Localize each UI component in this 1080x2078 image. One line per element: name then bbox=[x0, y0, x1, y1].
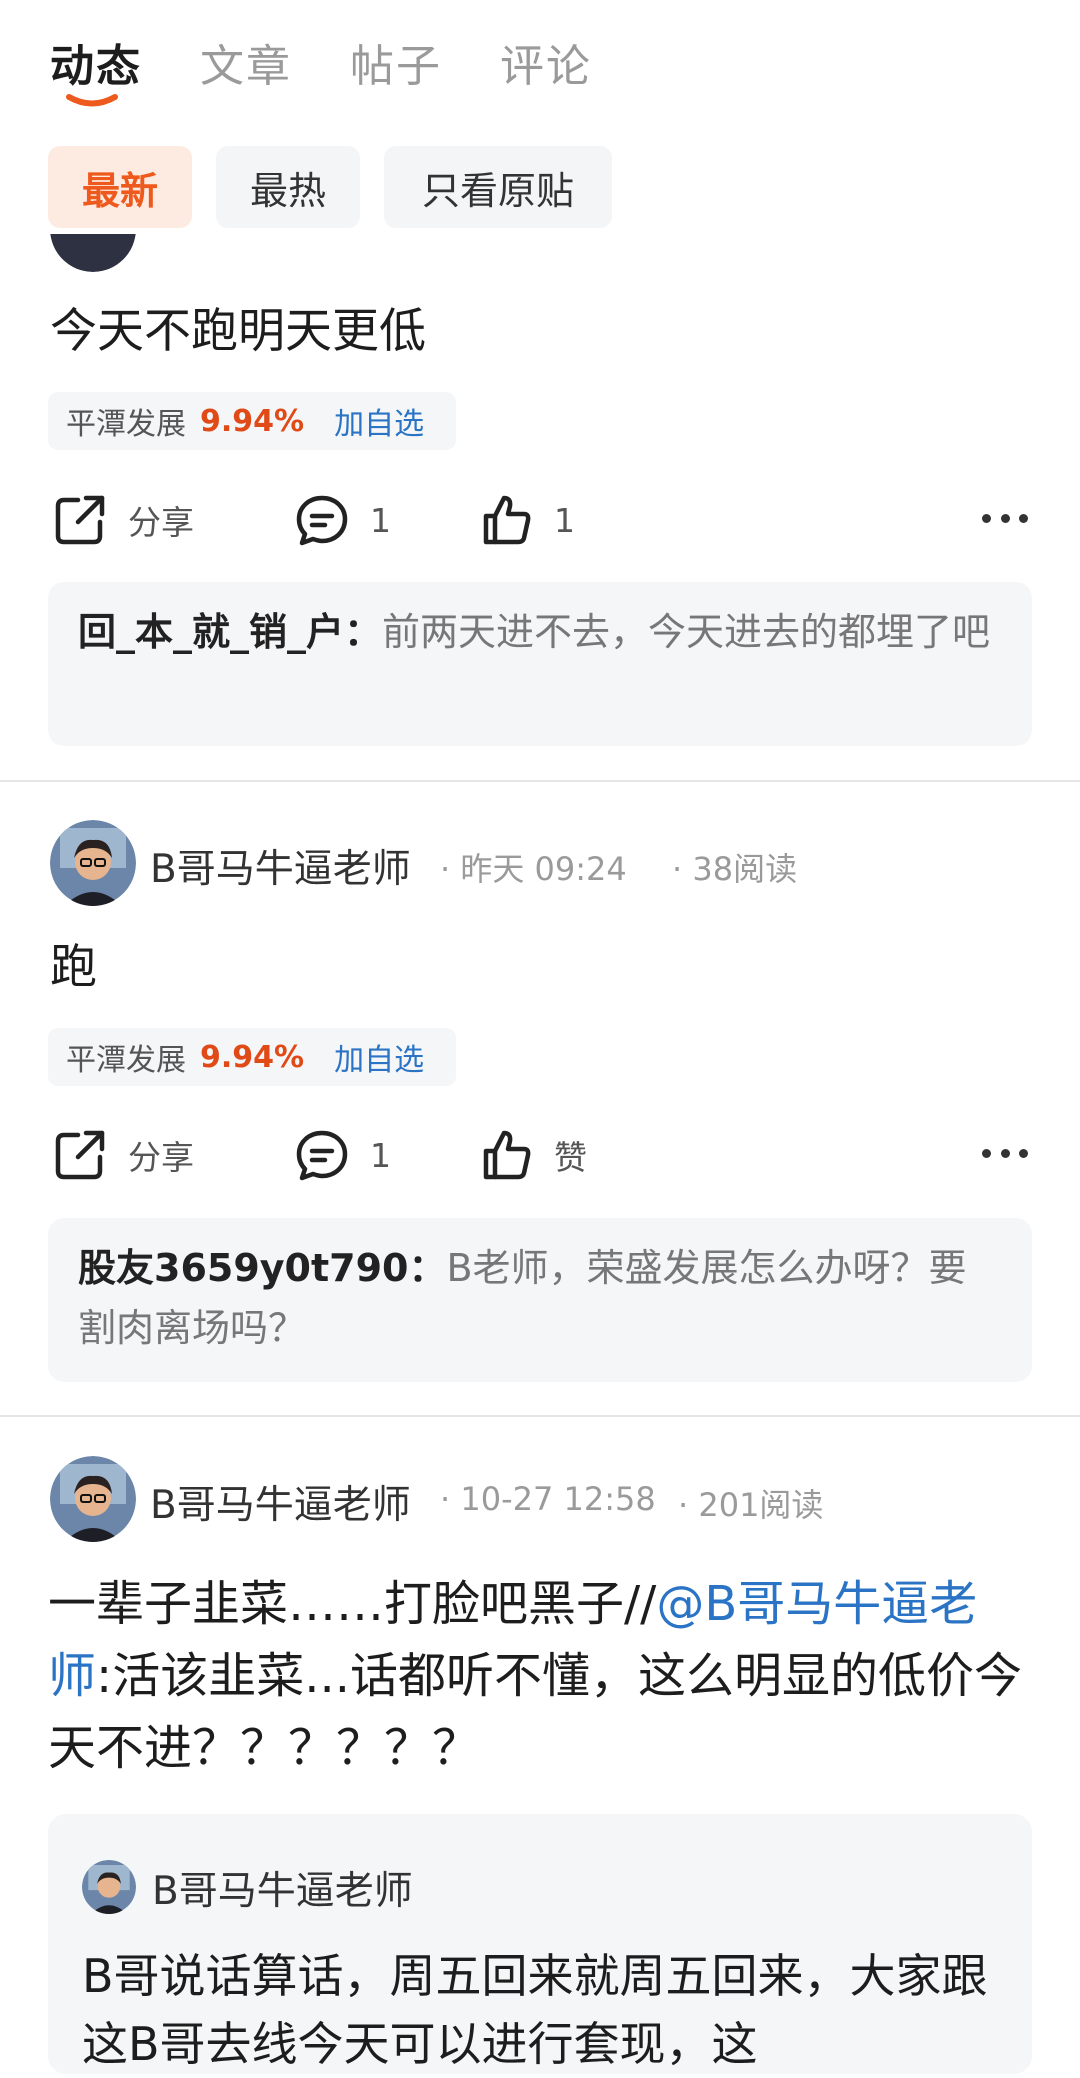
share-icon bbox=[55, 495, 105, 545]
share-label: 分享 bbox=[128, 503, 194, 542]
like-icon bbox=[483, 495, 531, 545]
stock-name: 平潭发展 bbox=[66, 407, 186, 442]
divider bbox=[0, 780, 1080, 782]
comment-user[interactable]: 回_本_就_销_户： bbox=[78, 610, 382, 654]
read-count: · 38阅读 bbox=[672, 850, 798, 888]
more-icon bbox=[1000, 514, 1010, 523]
comment-preview[interactable]: 回_本_就_销_户：前两天进不去，今天进去的都埋了吧 bbox=[48, 582, 1032, 746]
quoted-post[interactable]: B哥马牛逼老师 B哥说话算话，周五回来就周五回来，大家跟这B哥去线今天可以进行套… bbox=[48, 1814, 1032, 2074]
stock-change: 9.94% bbox=[200, 1039, 305, 1075]
divider bbox=[0, 1415, 1080, 1417]
stock-change: 9.94% bbox=[200, 403, 305, 439]
comment-button[interactable]: 1 bbox=[294, 1127, 391, 1183]
avatar[interactable] bbox=[82, 1860, 136, 1914]
add-watchlist-button[interactable]: 加自选 bbox=[334, 399, 424, 443]
comment-count: 1 bbox=[370, 500, 391, 540]
post-text-after: :活该韭菜...话都听不懂，这么明显的低价今天不进？？？？？？ bbox=[48, 1648, 1022, 1776]
tab-dongtai[interactable]: 动态 bbox=[50, 30, 142, 94]
post-text: 今天不跑明天更低 bbox=[50, 304, 426, 359]
avatar[interactable] bbox=[50, 820, 136, 906]
post-time: · 昨天 09:24 bbox=[440, 850, 627, 888]
share-icon bbox=[55, 1130, 105, 1180]
comment-icon bbox=[296, 495, 348, 546]
post-time: · 10-27 12:58 bbox=[440, 1480, 656, 1518]
comment-user[interactable]: 股友3659y0t790： bbox=[78, 1246, 446, 1290]
avatar[interactable] bbox=[50, 1456, 136, 1542]
quoted-author[interactable]: B哥马牛逼老师 bbox=[152, 1860, 413, 1916]
stock-tag[interactable]: 平潭发展 9.94% 加自选 bbox=[48, 392, 456, 450]
like-icon bbox=[483, 1130, 531, 1180]
filter-latest[interactable]: 最新 bbox=[48, 146, 192, 228]
tab-pinglun[interactable]: 评论 bbox=[500, 30, 592, 94]
author-name[interactable]: B哥马牛逼老师 bbox=[150, 1474, 411, 1530]
more-icon bbox=[982, 1149, 991, 1158]
comment-button[interactable]: 1 bbox=[294, 492, 391, 548]
more-button[interactable] bbox=[982, 514, 1028, 524]
share-button[interactable]: 分享 bbox=[52, 1127, 194, 1183]
like-count: 1 bbox=[554, 500, 575, 540]
more-icon bbox=[982, 514, 991, 523]
post-text: 一辈子韭菜……打脸吧黑子//@B哥马牛逼老师:活该韭菜...话都听不懂，这么明显… bbox=[48, 1568, 1038, 1784]
stock-name: 平潭发展 bbox=[66, 1043, 186, 1078]
comment-preview[interactable]: 股友3659y0t790：B老师，荣盛发展怎么办呀？要割肉离场吗？ bbox=[48, 1218, 1032, 1382]
like-button[interactable]: 赞 bbox=[478, 1127, 587, 1183]
active-tab-indicator bbox=[66, 94, 118, 107]
like-label: 赞 bbox=[554, 1138, 587, 1177]
post-text: 跑 bbox=[50, 940, 97, 995]
author-name[interactable]: B哥马牛逼老师 bbox=[150, 838, 411, 894]
filter-hot[interactable]: 最热 bbox=[216, 146, 360, 228]
like-button[interactable]: 1 bbox=[478, 492, 575, 548]
more-icon bbox=[1000, 1149, 1010, 1158]
more-icon bbox=[1019, 1149, 1028, 1158]
stock-tag[interactable]: 平潭发展 9.94% 加自选 bbox=[48, 1028, 456, 1086]
quoted-text: B哥说话算话，周五回来就周五回来，大家跟这B哥去线今天可以进行套现，这 bbox=[82, 1949, 988, 2071]
add-watchlist-button[interactable]: 加自选 bbox=[334, 1035, 424, 1079]
read-count: · 201阅读 bbox=[678, 1486, 824, 1524]
share-label: 分享 bbox=[128, 1138, 194, 1177]
comment-text: 前两天进不去，今天进去的都埋了吧 bbox=[382, 610, 991, 654]
post-text-before: 一辈子韭菜……打脸吧黑子// bbox=[48, 1576, 657, 1632]
more-icon bbox=[1019, 514, 1028, 523]
tab-wenzhang[interactable]: 文章 bbox=[200, 30, 292, 94]
filter-original-only[interactable]: 只看原贴 bbox=[384, 146, 612, 228]
share-button[interactable]: 分享 bbox=[52, 492, 194, 548]
tab-tiezi[interactable]: 帖子 bbox=[350, 30, 442, 94]
comment-icon bbox=[296, 1130, 348, 1181]
comment-count: 1 bbox=[370, 1135, 391, 1175]
more-button[interactable] bbox=[982, 1149, 1028, 1159]
